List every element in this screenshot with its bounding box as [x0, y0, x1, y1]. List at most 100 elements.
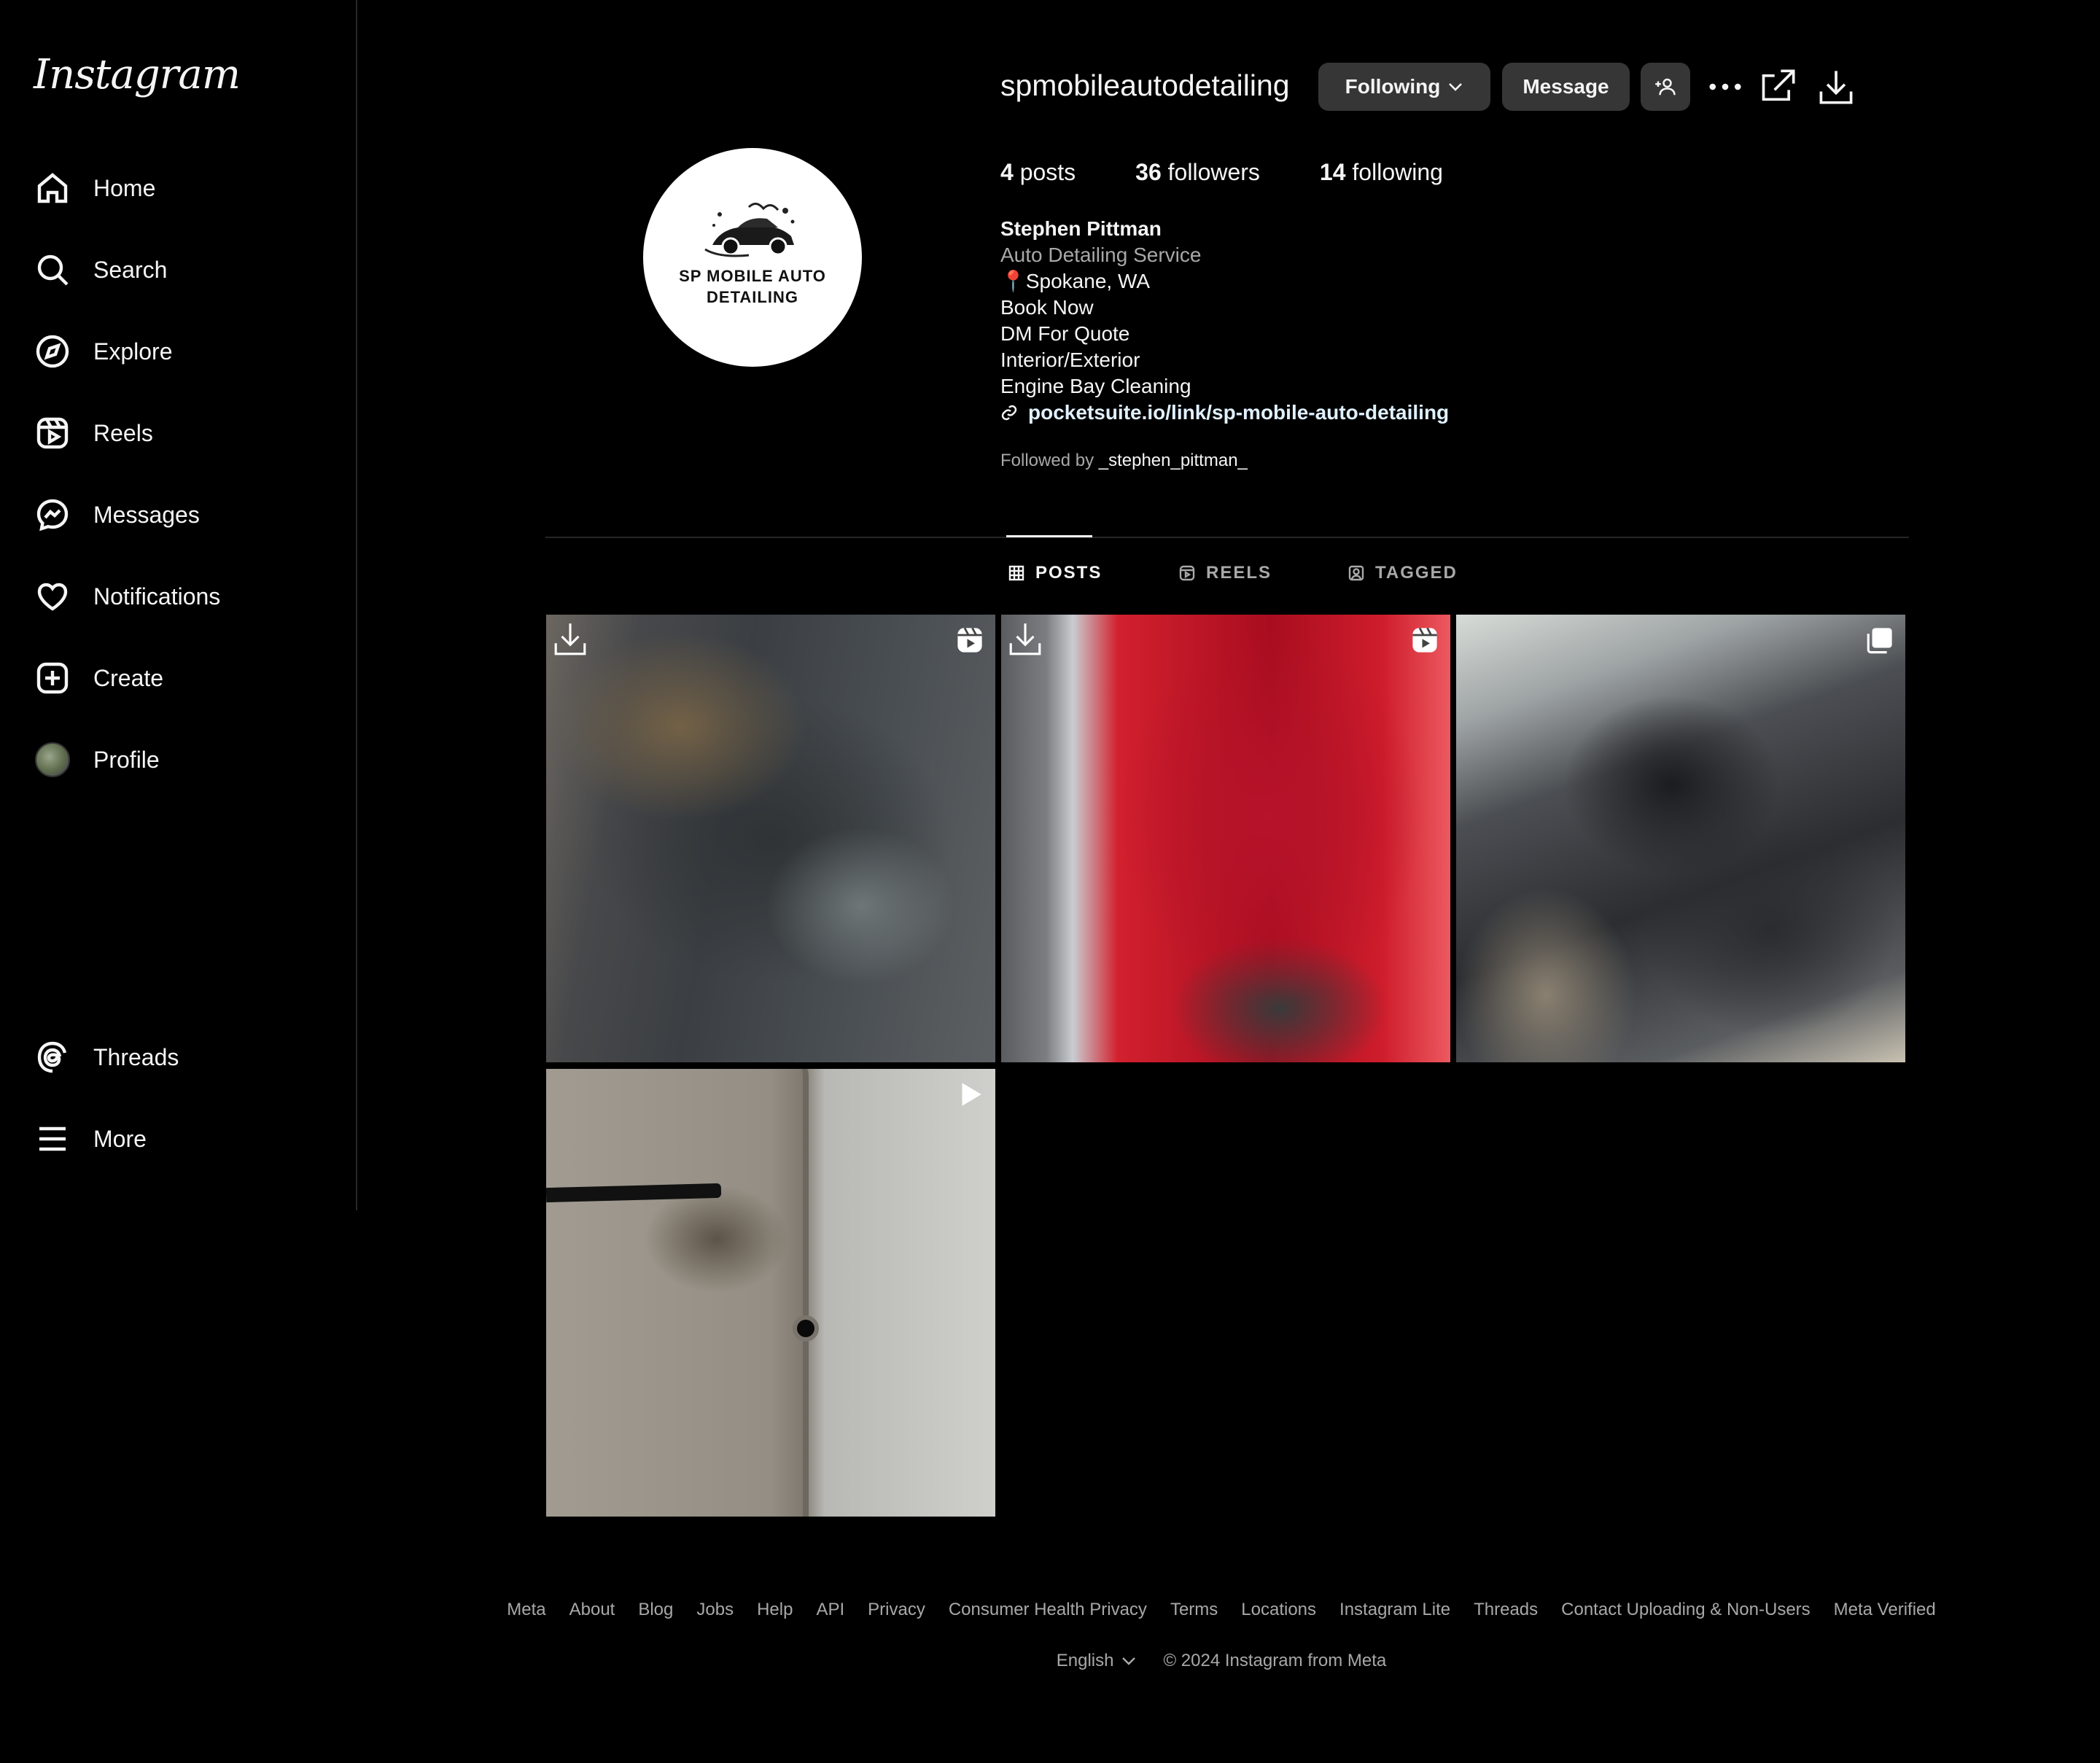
reels-icon	[34, 414, 71, 452]
sidebar-item-label: Messages	[93, 501, 200, 528]
bio-link[interactable]: pocketsuite.io/link/sp-mobile-auto-detai…	[1000, 400, 1449, 426]
sidebar-item-notifications[interactable]: Notifications	[34, 571, 220, 622]
footer-link[interactable]: Instagram Lite	[1339, 1600, 1450, 1620]
sidebar-item-label: Notifications	[93, 583, 221, 610]
footer-link[interactable]: Privacy	[868, 1600, 925, 1620]
posts-count[interactable]: 4 posts	[1000, 159, 1076, 186]
sidebar-item-search[interactable]: Search	[34, 244, 167, 295]
followers-count-value: 36	[1135, 159, 1162, 185]
link-icon	[1001, 405, 1017, 421]
avatar-text-line-1: SP MOBILE AUTO	[679, 267, 826, 285]
sidebar-item-label: Explore	[93, 338, 173, 365]
download-profile-button[interactable]	[1811, 63, 1861, 111]
footer-link[interactable]: Terms	[1170, 1600, 1218, 1620]
footer-link[interactable]: Meta Verified	[1834, 1600, 1936, 1620]
posts-count-label: posts	[1019, 159, 1076, 185]
play-badge-icon	[954, 1079, 985, 1110]
post-download-button[interactable]	[552, 620, 588, 657]
copyright: © 2024 Instagram from Meta	[1163, 1651, 1387, 1670]
followers-count[interactable]: 36 followers	[1135, 159, 1260, 186]
grid-icon	[1008, 565, 1024, 581]
profile-stats: 4 posts 36 followers 14 following	[1000, 159, 1503, 186]
compass-icon	[34, 332, 71, 370]
tab-tagged[interactable]: TAGGED	[1348, 563, 1458, 583]
post-download-button[interactable]	[1007, 620, 1043, 657]
instagram-logo[interactable]: Instagram	[34, 51, 241, 98]
footer-link[interactable]: Blog	[638, 1600, 673, 1620]
sidebar-item-explore[interactable]: Explore	[34, 326, 173, 377]
sidebar-item-label: Reels	[93, 419, 153, 446]
sidebar-item-label: Threads	[93, 1043, 179, 1070]
following-button-label: Following	[1345, 75, 1441, 98]
sidebar-item-label: Search	[93, 256, 168, 283]
reel-badge-icon	[954, 625, 985, 655]
open-external-icon	[1762, 69, 1795, 101]
post-thumbnail[interactable]	[1456, 615, 1905, 1062]
post-thumbnail[interactable]	[546, 1069, 995, 1517]
sidebar-item-label: Create	[93, 664, 164, 691]
post-thumbnail[interactable]	[546, 615, 995, 1062]
bio-line: Engine Bay Cleaning	[1000, 375, 1191, 397]
bio-link-text: pocketsuite.io/link/sp-mobile-auto-detai…	[1028, 401, 1450, 424]
footer-link[interactable]: Meta	[507, 1600, 545, 1620]
sidebar-item-more[interactable]: More	[34, 1113, 147, 1164]
sidebar-item-messages[interactable]: Messages	[34, 489, 200, 540]
profile-avatar[interactable]: SP MOBILE AUTO DETAILING	[643, 148, 862, 367]
sidebar-item-home[interactable]: Home	[34, 163, 155, 214]
posts-count-value: 4	[1000, 159, 1014, 185]
footer-link[interactable]: Locations	[1241, 1600, 1316, 1620]
footer-link[interactable]: About	[569, 1600, 615, 1620]
tab-reels[interactable]: REELS	[1178, 563, 1272, 583]
mat-grommet	[793, 1315, 819, 1342]
followed-by-user-link[interactable]: _stephen_pittman_	[1099, 451, 1248, 470]
more-options-button[interactable]	[1700, 63, 1750, 111]
following-button[interactable]: Following	[1318, 63, 1490, 111]
hamburger-icon	[34, 1120, 71, 1158]
footer-link[interactable]: Threads	[1474, 1600, 1538, 1620]
sidebar-item-create[interactable]: Create	[34, 653, 163, 704]
message-button[interactable]: Message	[1502, 63, 1630, 111]
mat-edge	[787, 1069, 809, 1517]
sidebar-item-profile[interactable]: Profile	[34, 734, 160, 785]
sidebar-item-label: Home	[93, 174, 156, 201]
following-count-label: following	[1352, 159, 1443, 185]
footer-link[interactable]: API	[816, 1600, 844, 1620]
footer-links: Meta About Blog Jobs Help API Privacy Co…	[0, 1600, 2100, 1620]
download-icon	[1009, 623, 1041, 655]
footer-bottom: English © 2024 Instagram from Meta	[0, 1651, 2100, 1671]
download-icon	[554, 623, 586, 655]
footer-link[interactable]: Help	[757, 1600, 793, 1620]
sidebar-item-reels[interactable]: Reels	[34, 408, 153, 459]
bio-line: Interior/Exterior	[1000, 349, 1140, 371]
home-icon	[34, 169, 71, 207]
following-count-value: 14	[1319, 159, 1346, 185]
profile-category: Auto Detailing Service	[1000, 244, 1202, 266]
open-external-button[interactable]	[1753, 63, 1802, 111]
tabs-divider	[545, 537, 1909, 538]
post-thumbnail[interactable]	[1001, 615, 1450, 1062]
footer-link[interactable]: Consumer Health Privacy	[949, 1600, 1147, 1620]
reels-icon	[1179, 565, 1195, 581]
footer-link[interactable]: Contact Uploading & Non-Users	[1561, 1600, 1811, 1620]
suggest-user-button[interactable]	[1641, 63, 1690, 111]
more-icon	[1709, 83, 1741, 90]
car-logo-icon	[704, 203, 795, 257]
tagged-icon	[1348, 565, 1364, 581]
profile-avatar-wrap	[34, 741, 71, 779]
vacuum-rod	[546, 1183, 722, 1203]
footer-link[interactable]: Jobs	[696, 1600, 734, 1620]
add-user-icon	[1655, 78, 1676, 96]
following-count[interactable]: 14 following	[1320, 159, 1443, 186]
threads-icon	[34, 1038, 71, 1076]
tab-posts[interactable]: POSTS	[1008, 563, 1102, 583]
sidebar-item-threads[interactable]: Threads	[34, 1032, 179, 1083]
sidebar-item-label: More	[93, 1125, 147, 1152]
sidebar-item-label: Profile	[93, 746, 160, 773]
active-tab-indicator	[1006, 535, 1092, 537]
tab-label: POSTS	[1035, 563, 1102, 583]
sidebar: Instagram Home Search Explore Reels Mess…	[0, 0, 357, 1210]
language-select[interactable]: English	[1057, 1651, 1138, 1671]
bio-line: 📍Spokane, WA	[1000, 270, 1151, 292]
chevron-down-icon	[1449, 83, 1463, 91]
avatar-brand-text: SP MOBILE AUTO DETAILING	[679, 265, 826, 308]
